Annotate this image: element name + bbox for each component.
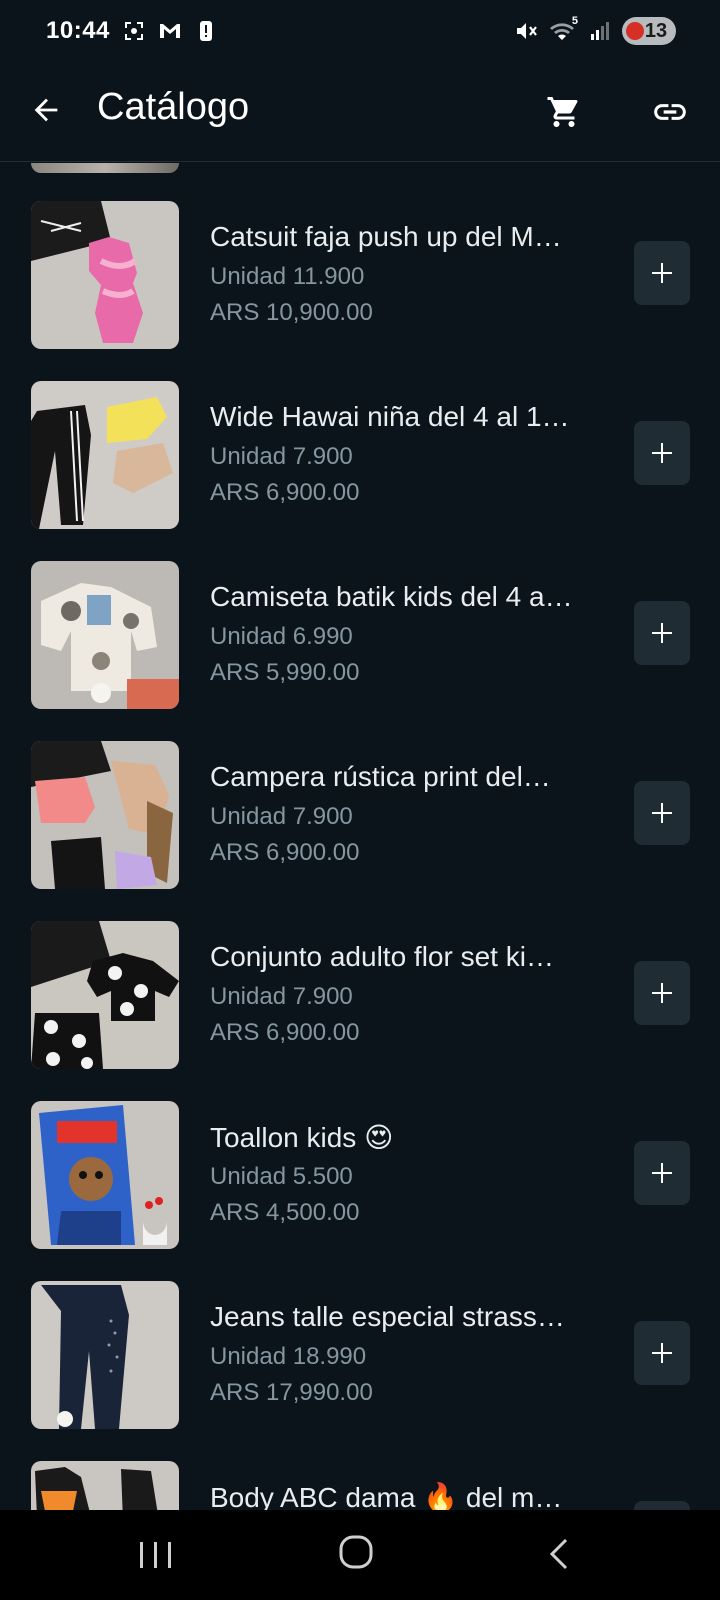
product-item[interactable]: Camiseta batik kids del 4 a… Unidad 6.99… bbox=[0, 561, 720, 741]
product-item[interactable]: Conjunto adulto flor set ki… Unidad 7.90… bbox=[0, 921, 720, 1101]
link-icon bbox=[654, 104, 686, 120]
plus-icon bbox=[652, 983, 672, 1003]
battery-saver-icon bbox=[626, 22, 644, 40]
cart-icon bbox=[547, 97, 578, 127]
plus-icon bbox=[652, 803, 672, 823]
product-unit-price: Unidad 7.900 bbox=[210, 443, 353, 470]
product-price: ARS 5,990.00 bbox=[210, 659, 360, 686]
product-unit-price: Unidad 5.500 bbox=[210, 1163, 353, 1190]
product-price: ARS 10,900.00 bbox=[210, 299, 373, 326]
status-time: 10:44 bbox=[46, 17, 110, 44]
add-to-cart-button[interactable] bbox=[634, 1321, 690, 1385]
signal-icon bbox=[588, 19, 612, 43]
product-price: ARS 6,900.00 bbox=[210, 839, 360, 866]
mute-icon bbox=[514, 19, 538, 43]
plus-icon bbox=[652, 623, 672, 643]
plus-icon bbox=[652, 263, 672, 283]
status-left: 10:44 bbox=[46, 17, 218, 45]
product-name: Jeans talle especial strass… bbox=[210, 1301, 565, 1332]
product-item[interactable]: Toallon kids 😍 Unidad 5.500 ARS 4,500.00 bbox=[0, 1101, 720, 1281]
product-price: ARS 4,500.00 bbox=[210, 1199, 360, 1226]
recent-apps-icon bbox=[140, 1542, 171, 1568]
product-price: ARS 6,900.00 bbox=[210, 1019, 360, 1046]
gmail-icon bbox=[158, 19, 182, 43]
cart-button[interactable] bbox=[542, 90, 586, 134]
product-item[interactable]: Jeans talle especial strass… Unidad 18.9… bbox=[0, 1281, 720, 1461]
product-item[interactable]: Catsuit faja push up del M… Unidad 11.90… bbox=[0, 201, 720, 381]
plus-icon bbox=[652, 1163, 672, 1183]
product-thumbnail[interactable] bbox=[31, 1101, 179, 1249]
plus-icon bbox=[652, 1343, 672, 1363]
product-thumbnail-partial[interactable] bbox=[31, 163, 179, 173]
system-nav-bar bbox=[0, 1510, 720, 1600]
wifi-icon: 5 bbox=[548, 15, 578, 43]
product-thumbnail[interactable] bbox=[31, 561, 179, 709]
system-back-button[interactable] bbox=[546, 1536, 570, 1572]
product-thumbnail[interactable] bbox=[31, 1281, 179, 1429]
wifi-badge: 5 bbox=[571, 15, 578, 27]
plus-icon bbox=[652, 443, 672, 463]
home-button[interactable] bbox=[338, 1534, 374, 1570]
battery-level: 13 bbox=[644, 19, 668, 42]
add-to-cart-button[interactable] bbox=[634, 961, 690, 1025]
page-title: Catálogo bbox=[97, 86, 250, 128]
status-bar: 10:44 5 13 bbox=[0, 0, 720, 62]
product-thumbnail[interactable] bbox=[31, 381, 179, 529]
add-to-cart-button[interactable] bbox=[634, 1501, 690, 1510]
product-name: Body ABC dama 🔥 del m… bbox=[210, 1482, 563, 1510]
recent-apps-button[interactable] bbox=[136, 1538, 176, 1572]
product-list[interactable]: Catsuit faja push up del M… Unidad 11.90… bbox=[0, 163, 720, 1510]
battery-indicator: 13 bbox=[622, 17, 676, 45]
status-right: 5 13 bbox=[514, 15, 676, 45]
product-name: Catsuit faja push up del M… bbox=[210, 221, 562, 252]
product-item[interactable]: Body ABC dama 🔥 del m… bbox=[0, 1461, 720, 1510]
product-thumbnail[interactable] bbox=[31, 741, 179, 889]
product-unit-price: Unidad 7.900 bbox=[210, 983, 353, 1010]
product-price: ARS 17,990.00 bbox=[210, 1379, 373, 1406]
product-name: Campera rústica print del… bbox=[210, 761, 551, 792]
back-icon bbox=[549, 1538, 568, 1570]
screenshot-icon bbox=[122, 19, 146, 43]
product-unit-price: Unidad 6.990 bbox=[210, 623, 353, 650]
product-unit-price: Unidad 7.900 bbox=[210, 803, 353, 830]
alert-icon bbox=[194, 19, 218, 43]
product-name: Toallon kids 😍 bbox=[210, 1122, 394, 1153]
product-thumbnail[interactable] bbox=[31, 201, 179, 349]
product-name: Wide Hawai niña del 4 al 1… bbox=[210, 401, 570, 432]
add-to-cart-button[interactable] bbox=[634, 601, 690, 665]
share-link-button[interactable] bbox=[648, 90, 692, 134]
product-item[interactable]: Wide Hawai niña del 4 al 1… Unidad 7.900… bbox=[0, 381, 720, 561]
product-unit-price: Unidad 11.900 bbox=[210, 263, 365, 290]
app-bar: Catálogo bbox=[0, 62, 720, 162]
home-icon bbox=[339, 1535, 373, 1569]
back-button[interactable] bbox=[26, 90, 66, 130]
product-name: Camiseta batik kids del 4 a… bbox=[210, 581, 573, 612]
add-to-cart-button[interactable] bbox=[634, 781, 690, 845]
add-to-cart-button[interactable] bbox=[634, 421, 690, 485]
product-unit-price: Unidad 18.990 bbox=[210, 1343, 367, 1370]
add-to-cart-button[interactable] bbox=[634, 1141, 690, 1205]
product-price: ARS 6,900.00 bbox=[210, 479, 360, 506]
product-thumbnail[interactable] bbox=[31, 1461, 179, 1510]
product-name: Conjunto adulto flor set ki… bbox=[210, 941, 554, 972]
product-thumbnail[interactable] bbox=[31, 921, 179, 1069]
product-item[interactable]: Campera rústica print del… Unidad 7.900 … bbox=[0, 741, 720, 921]
arrow-left-icon bbox=[34, 98, 58, 122]
add-to-cart-button[interactable] bbox=[634, 241, 690, 305]
